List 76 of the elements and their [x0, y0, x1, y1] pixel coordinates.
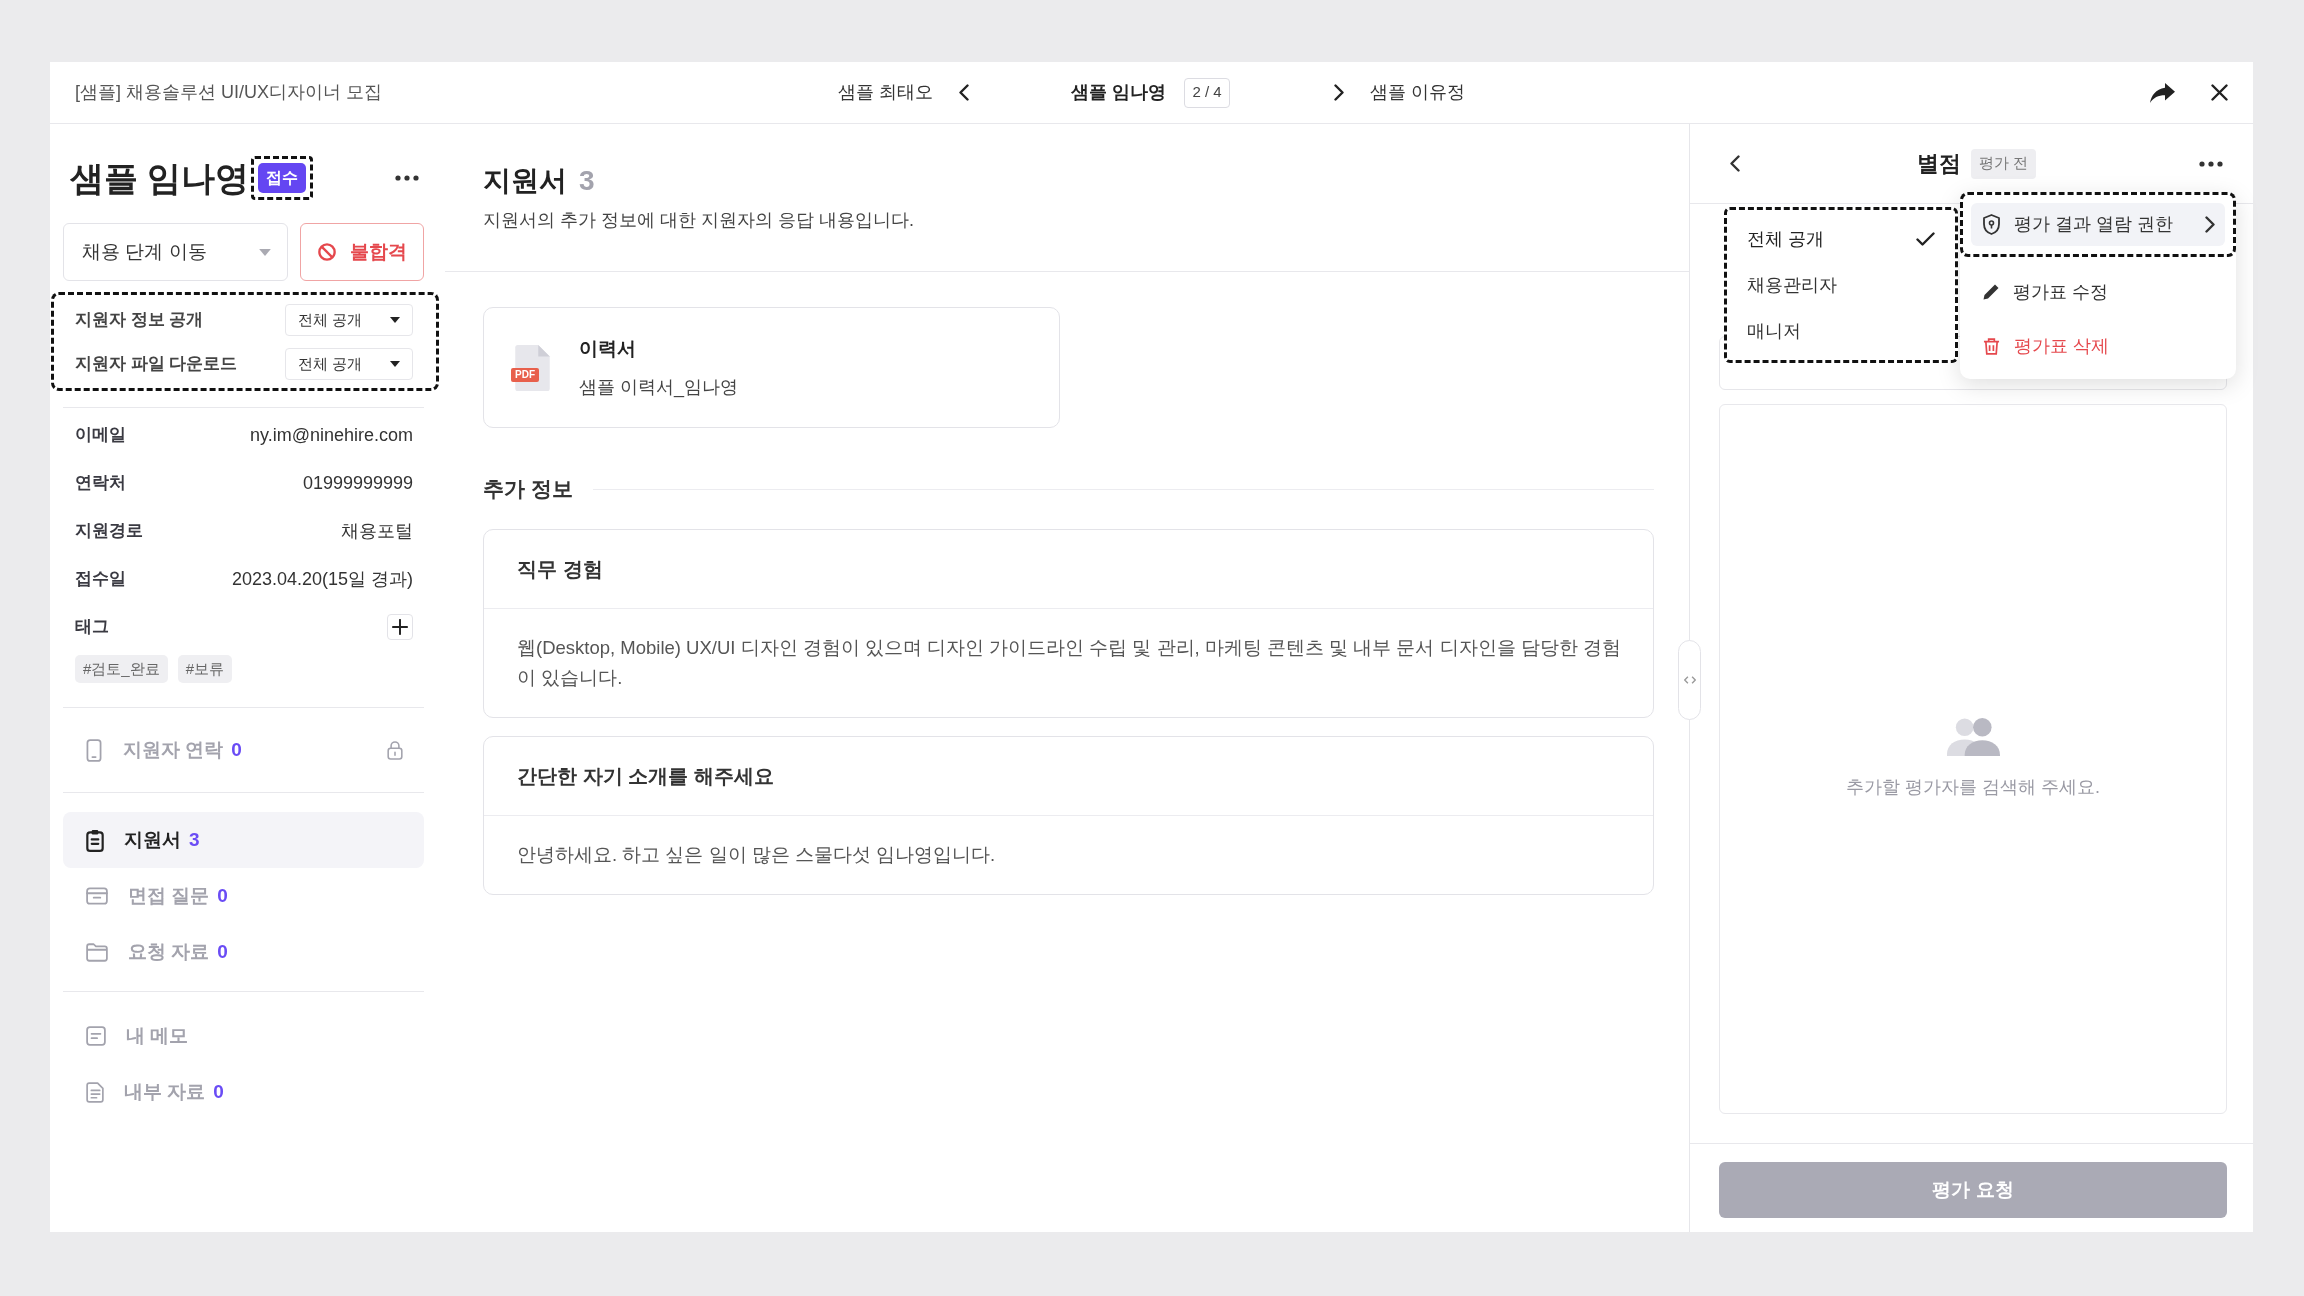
plus-icon [392, 619, 408, 635]
chevron-left-icon[interactable] [1730, 155, 1740, 172]
chevron-left-icon[interactable] [959, 84, 970, 101]
setting-label: 지원자 정보 공개 [75, 309, 204, 332]
shield-icon [1983, 214, 2000, 235]
people-icon [1946, 717, 2000, 756]
sidebar-item[interactable]: 면접 질문 0 [63, 868, 424, 924]
more-icon[interactable] [2199, 160, 2223, 167]
add-tag-button[interactable] [387, 614, 413, 640]
field-label: 접수일 [75, 568, 126, 591]
menu-option[interactable]: 전체 공개 [1727, 216, 1955, 262]
chevron-right-icon [2205, 216, 2215, 233]
answer-text: 웹(Desktop, Mobile) UX/UI 디자인 경험이 있으며 디자인 가이드라인 수립 및 관리, 마케팅 콘텐츠 및 내부 문서 디자인을 담당한 경험이 있습니다. [517, 636, 1622, 690]
check-icon [1916, 232, 1935, 246]
candidate-name: 샘플 임나영 [70, 158, 250, 199]
field-label: 지원경로 [75, 520, 143, 543]
question-title: 직무 경험 [517, 557, 603, 582]
menu-item[interactable]: 평가표 수정 [1960, 265, 2236, 319]
clipboard-icon [86, 828, 104, 852]
field-value: ny.im@ninehire.com [250, 423, 413, 447]
pencil-icon [1983, 284, 1999, 300]
candidate-link[interactable]: 샘플 이유정 [1369, 79, 1465, 106]
more-icon[interactable] [395, 175, 419, 181]
sidebar-item[interactable]: 내부 자료 0 [63, 1064, 424, 1120]
field-value: 01999999999 [302, 471, 413, 495]
section-description: 지원서의 추가 정보에 대한 지원자의 응답 내용입니다. [483, 209, 915, 232]
caret-down-icon [259, 248, 271, 256]
answer-text: 안녕하세요. 하고 싶은 일이 많은 스물다섯 임나영입니다. [517, 843, 997, 867]
menu-item[interactable]: 평가 결과 열람 권한 [1971, 203, 2225, 246]
chevron-right-icon[interactable] [1333, 84, 1344, 101]
candidate-link[interactable]: 샘플 최태오 [838, 79, 934, 106]
close-icon[interactable] [2211, 84, 2228, 101]
page-counter: 2 / 4 [1184, 77, 1230, 108]
trash-icon [1983, 337, 2000, 355]
status-badge: 접수 [258, 163, 307, 193]
ban-icon [317, 243, 336, 261]
resize-handle[interactable] [1678, 640, 1701, 720]
candidate-name: 샘플 임나영 [1071, 81, 1167, 104]
share-icon[interactable] [2150, 82, 2175, 103]
caret-down-icon [390, 361, 400, 367]
stage-select[interactable]: 채용 단계 이동 [63, 223, 288, 281]
field-label: 연락처 [75, 472, 126, 495]
folder-icon [86, 942, 108, 962]
chevrons-icon [1683, 676, 1696, 684]
menu-item[interactable]: 평가표 삭제 [1960, 319, 2236, 373]
empty-message: 추가할 평가자를 검색해 주세요. [1846, 775, 2100, 799]
card-icon [86, 887, 108, 905]
sidebar-item[interactable]: 요청 자료 0 [63, 924, 424, 980]
reject-button[interactable]: 불합격 [300, 223, 424, 281]
status-badge: 평가 전 [1970, 148, 2037, 179]
field-value: 채용포털 [341, 519, 413, 543]
menu-option[interactable]: 채용관리자 [1727, 262, 1955, 308]
visibility-select[interactable]: 전체 공개 [285, 348, 413, 380]
file-title: 이력서 [579, 336, 637, 361]
file-name: 샘플 이력서_임나영 [579, 375, 738, 400]
sidebar-item[interactable]: 지원서 3 [63, 812, 424, 868]
item-count: 3 [579, 164, 595, 198]
visibility-select[interactable]: 전체 공개 [285, 304, 413, 336]
question-title: 간단한 자기 소개를 해주세요 [517, 764, 774, 789]
caret-down-icon [390, 317, 400, 323]
tag-chip[interactable]: #보류 [177, 655, 233, 683]
job-title: [샘플] 채용솔루션 UI/UX디자이너 모집 [75, 81, 382, 104]
panel-title: 별점 [1916, 150, 1961, 178]
tag-chip[interactable]: #검토_완료 [75, 655, 168, 683]
section-title: 지원서 [483, 164, 567, 198]
setting-label: 지원자 파일 다운로드 [75, 353, 238, 376]
phone-icon [86, 738, 102, 762]
attachment-card[interactable]: PDF 이력서 샘플 이력서_임나영 [483, 307, 1060, 428]
contact-item[interactable]: 지원자 연락 0 [63, 708, 424, 792]
field-label: 이메일 [75, 424, 126, 447]
subsection-title: 추가 정보 [483, 476, 573, 503]
menu-option[interactable]: 매니저 [1727, 308, 1955, 354]
note-icon [86, 1026, 106, 1046]
field-value: 2023.04.20(15일 경과) [231, 567, 413, 591]
document-icon [86, 1081, 104, 1103]
field-label: 태그 [75, 616, 109, 639]
